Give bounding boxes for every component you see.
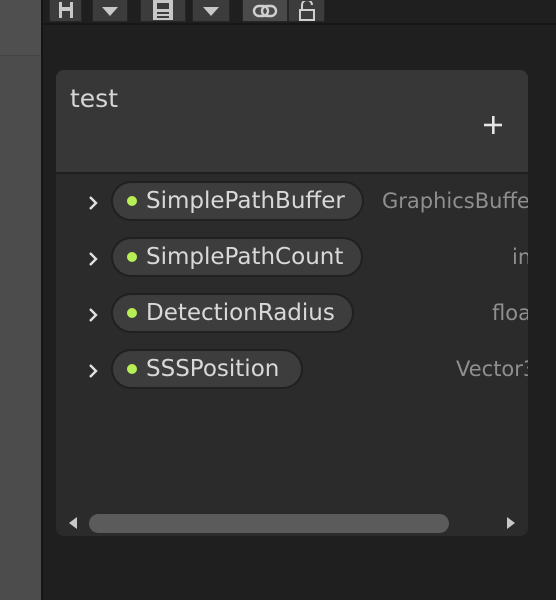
dropdown-icon: [203, 6, 219, 16]
save-dropdown-button[interactable]: [92, 0, 128, 22]
expand-chevron-icon[interactable]: [84, 250, 102, 268]
left-panel-edge: [0, 0, 43, 600]
expand-chevron-icon[interactable]: [84, 306, 102, 324]
property-dot: [127, 308, 137, 318]
left-panel-divider: [0, 55, 41, 56]
property-type: Vector3: [456, 357, 528, 381]
property-row[interactable]: SimplePathBuffer GraphicsBuffe: [56, 181, 528, 225]
expand-chevron-icon[interactable]: [84, 362, 102, 380]
save-button[interactable]: [49, 0, 82, 22]
property-name: SimplePathBuffer: [146, 188, 345, 214]
dropdown-icon: [102, 6, 118, 16]
toolbar-divider: [43, 23, 556, 25]
scroll-right-arrow-icon[interactable]: [504, 515, 518, 531]
toolbar: [43, 0, 556, 23]
save-as-dropdown-button[interactable]: [192, 0, 230, 22]
property-name: SimplePathCount: [146, 244, 344, 270]
horizontal-scrollbar[interactable]: [56, 510, 528, 536]
left-panel-bg: [0, 0, 41, 600]
save-as-button[interactable]: [140, 0, 186, 22]
property-type: GraphicsBuffe: [382, 189, 528, 213]
property-pill[interactable]: DetectionRadius: [111, 293, 354, 333]
lock-button[interactable]: [288, 0, 325, 22]
property-pill[interactable]: SimplePathBuffer: [111, 181, 364, 221]
lock-icon: [298, 0, 315, 21]
property-type: in: [512, 245, 528, 269]
property-row[interactable]: SimplePathCount in: [56, 237, 528, 281]
scroll-left-arrow-icon[interactable]: [66, 515, 80, 531]
save-icon: [58, 1, 73, 18]
property-dot: [127, 196, 137, 206]
property-type: floa: [492, 301, 528, 325]
property-pill[interactable]: SSSPosition: [111, 349, 303, 389]
blackboard-header: test: [56, 70, 528, 174]
plus-icon: [484, 116, 502, 134]
blackboard-panel: test SimplePathBuffer GraphicsBuffe Simp…: [56, 70, 528, 536]
property-row[interactable]: DetectionRadius floa: [56, 293, 528, 337]
save-as-icon: [153, 0, 173, 20]
property-name: DetectionRadius: [146, 300, 335, 326]
scroll-track[interactable]: [86, 512, 496, 534]
link-button[interactable]: [242, 0, 288, 22]
property-dot: [127, 364, 137, 374]
property-name: SSSPosition: [146, 356, 280, 382]
expand-chevron-icon[interactable]: [84, 194, 102, 212]
property-row[interactable]: SSSPosition Vector3: [56, 349, 528, 393]
scroll-thumb[interactable]: [89, 514, 449, 533]
property-dot: [127, 252, 137, 262]
link-icon: [252, 4, 278, 17]
blackboard-title: test: [70, 84, 119, 113]
add-property-button[interactable]: [478, 108, 508, 142]
property-pill[interactable]: SimplePathCount: [111, 237, 363, 277]
